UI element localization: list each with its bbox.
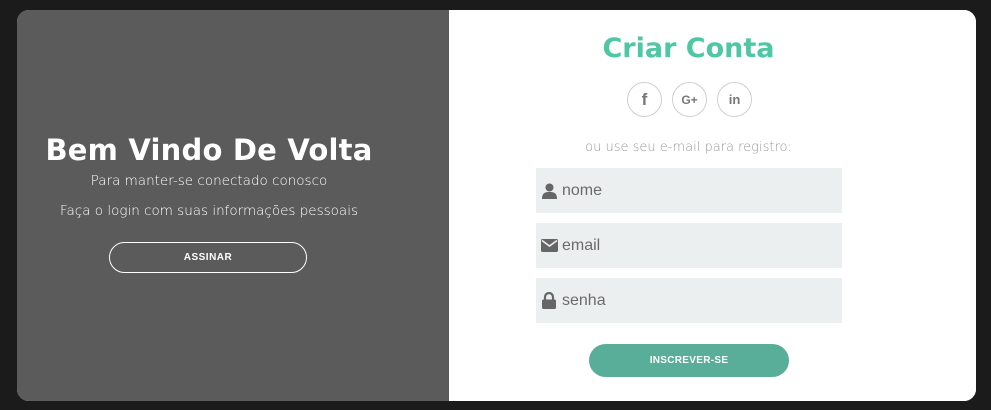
welcome-subtitle: Para manter-se conectado conosco [90,173,328,189]
google-plus-button[interactable]: G+ [672,82,707,117]
auth-card: Bem Vindo De Volta Para manter-se conect… [17,10,976,401]
facebook-button[interactable]: f [627,82,662,117]
envelope-icon [540,237,558,255]
social-buttons: f G+ in [627,82,757,118]
welcome-title: Bem Vindo De Volta [45,133,373,167]
password-input[interactable] [562,291,832,310]
name-input[interactable] [562,181,832,200]
facebook-icon: f [641,89,648,109]
signin-button[interactable]: ASSINAR [109,242,307,273]
google-plus-icon: G+ [681,92,698,107]
user-icon [540,182,558,200]
signup-button[interactable]: INSCREVER-SE [589,344,789,377]
lock-icon [540,292,558,310]
linkedin-button[interactable]: in [717,82,752,117]
welcome-description: Faça o login com suas informações pessoa… [60,203,358,219]
signup-panel: Criar Conta f G+ in ou use seu e-mail pa… [449,10,976,401]
create-account-title: Criar Conta [602,33,775,64]
password-field [536,278,842,323]
welcome-panel: Bem Vindo De Volta Para manter-se conect… [17,10,449,401]
email-field [536,223,842,268]
linkedin-icon: in [728,92,741,107]
email-input[interactable] [562,236,832,255]
name-field [536,168,842,213]
register-hint: ou use seu e-mail para registro: [585,140,792,155]
